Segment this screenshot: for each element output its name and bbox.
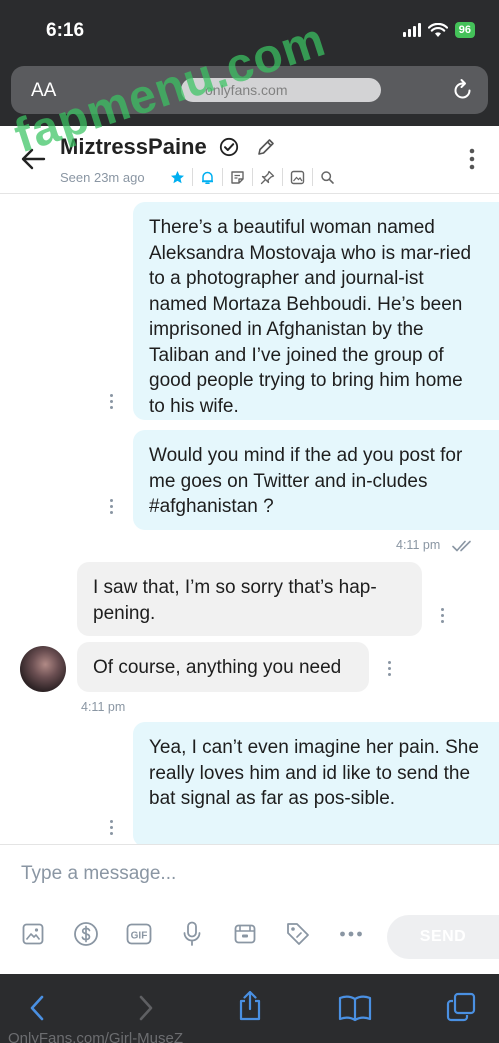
incoming-message[interactable]: I saw that, I’m so sorry that’s hap-peni… bbox=[77, 562, 422, 636]
last-seen-status: Seen 23m ago bbox=[60, 170, 145, 185]
message-timestamp: 4:11 pm bbox=[81, 700, 126, 714]
edit-name-icon[interactable] bbox=[256, 137, 276, 157]
bookmarks-icon[interactable] bbox=[338, 994, 372, 1022]
send-button[interactable]: SEND bbox=[387, 915, 499, 959]
text-size-button[interactable]: AA bbox=[31, 80, 56, 102]
message-options-icon[interactable] bbox=[110, 499, 114, 517]
status-bar: 6:16 96 bbox=[0, 0, 499, 62]
star-icon[interactable] bbox=[162, 168, 192, 186]
status-time: 6:16 bbox=[46, 20, 85, 41]
message-options-icon[interactable] bbox=[441, 608, 445, 626]
message-options-icon[interactable] bbox=[388, 661, 392, 679]
message-input[interactable] bbox=[0, 845, 499, 903]
note-icon[interactable] bbox=[222, 168, 252, 186]
share-icon[interactable] bbox=[236, 990, 264, 1022]
page-url-footer: OnlyFans.com/Girl-MuseZ bbox=[8, 1030, 184, 1043]
forward-icon[interactable] bbox=[137, 994, 155, 1022]
gif-icon[interactable]: GIF bbox=[126, 921, 152, 947]
price-tag-icon[interactable] bbox=[285, 921, 311, 947]
avatar[interactable] bbox=[20, 646, 66, 692]
image-icon[interactable] bbox=[20, 921, 46, 947]
message-options-icon[interactable] bbox=[110, 394, 114, 412]
browser-address-area: AA onlyfans.com bbox=[0, 62, 499, 126]
url-text[interactable]: onlyfans.com bbox=[181, 78, 381, 102]
battery-indicator: 96 bbox=[454, 22, 475, 38]
status-icons: 96 bbox=[402, 22, 475, 38]
search-icon[interactable] bbox=[312, 168, 342, 186]
gif-label: GIF bbox=[131, 931, 148, 942]
reload-icon[interactable] bbox=[452, 78, 474, 102]
chat-header-actions bbox=[162, 168, 342, 186]
verified-badge-icon bbox=[219, 137, 239, 157]
address-bar[interactable]: AA onlyfans.com bbox=[11, 66, 488, 114]
image-icon[interactable] bbox=[282, 168, 312, 186]
dollar-icon[interactable] bbox=[73, 921, 99, 947]
message-options-icon[interactable] bbox=[110, 820, 114, 838]
back-icon[interactable] bbox=[28, 994, 46, 1022]
wifi-icon bbox=[427, 22, 448, 37]
microphone-icon[interactable] bbox=[179, 921, 205, 947]
outgoing-message[interactable]: Would you mind if the ad you post for me… bbox=[133, 430, 499, 530]
contact-name[interactable]: MiztressPaine bbox=[60, 134, 207, 160]
outgoing-message[interactable]: There’s a beautiful woman named Aleksand… bbox=[133, 202, 499, 420]
composer-toolbar: GIF bbox=[20, 921, 364, 947]
vault-icon[interactable] bbox=[232, 921, 258, 947]
incoming-message[interactable]: Of course, anything you need bbox=[77, 642, 369, 692]
cellular-signal-icon bbox=[402, 23, 421, 37]
read-receipt-icon bbox=[452, 540, 471, 552]
chat-header: MiztressPaine Seen 23m ago bbox=[0, 126, 499, 194]
outgoing-message[interactable]: Yea, I can’t even imagine her pain. She … bbox=[133, 722, 499, 844]
bell-icon[interactable] bbox=[192, 168, 222, 186]
message-timestamp: 4:11 pm bbox=[396, 538, 441, 552]
message-composer: GIF SEND bbox=[0, 844, 499, 974]
more-icon[interactable] bbox=[338, 921, 364, 947]
message-list[interactable]: There’s a beautiful woman named Aleksand… bbox=[0, 194, 499, 844]
tabs-icon[interactable] bbox=[446, 992, 476, 1022]
pin-icon[interactable] bbox=[252, 168, 282, 186]
back-arrow-icon[interactable] bbox=[20, 147, 46, 171]
more-options-icon[interactable] bbox=[469, 148, 475, 170]
browser-toolbar: OnlyFans.com/Girl-MuseZ bbox=[0, 974, 499, 1043]
